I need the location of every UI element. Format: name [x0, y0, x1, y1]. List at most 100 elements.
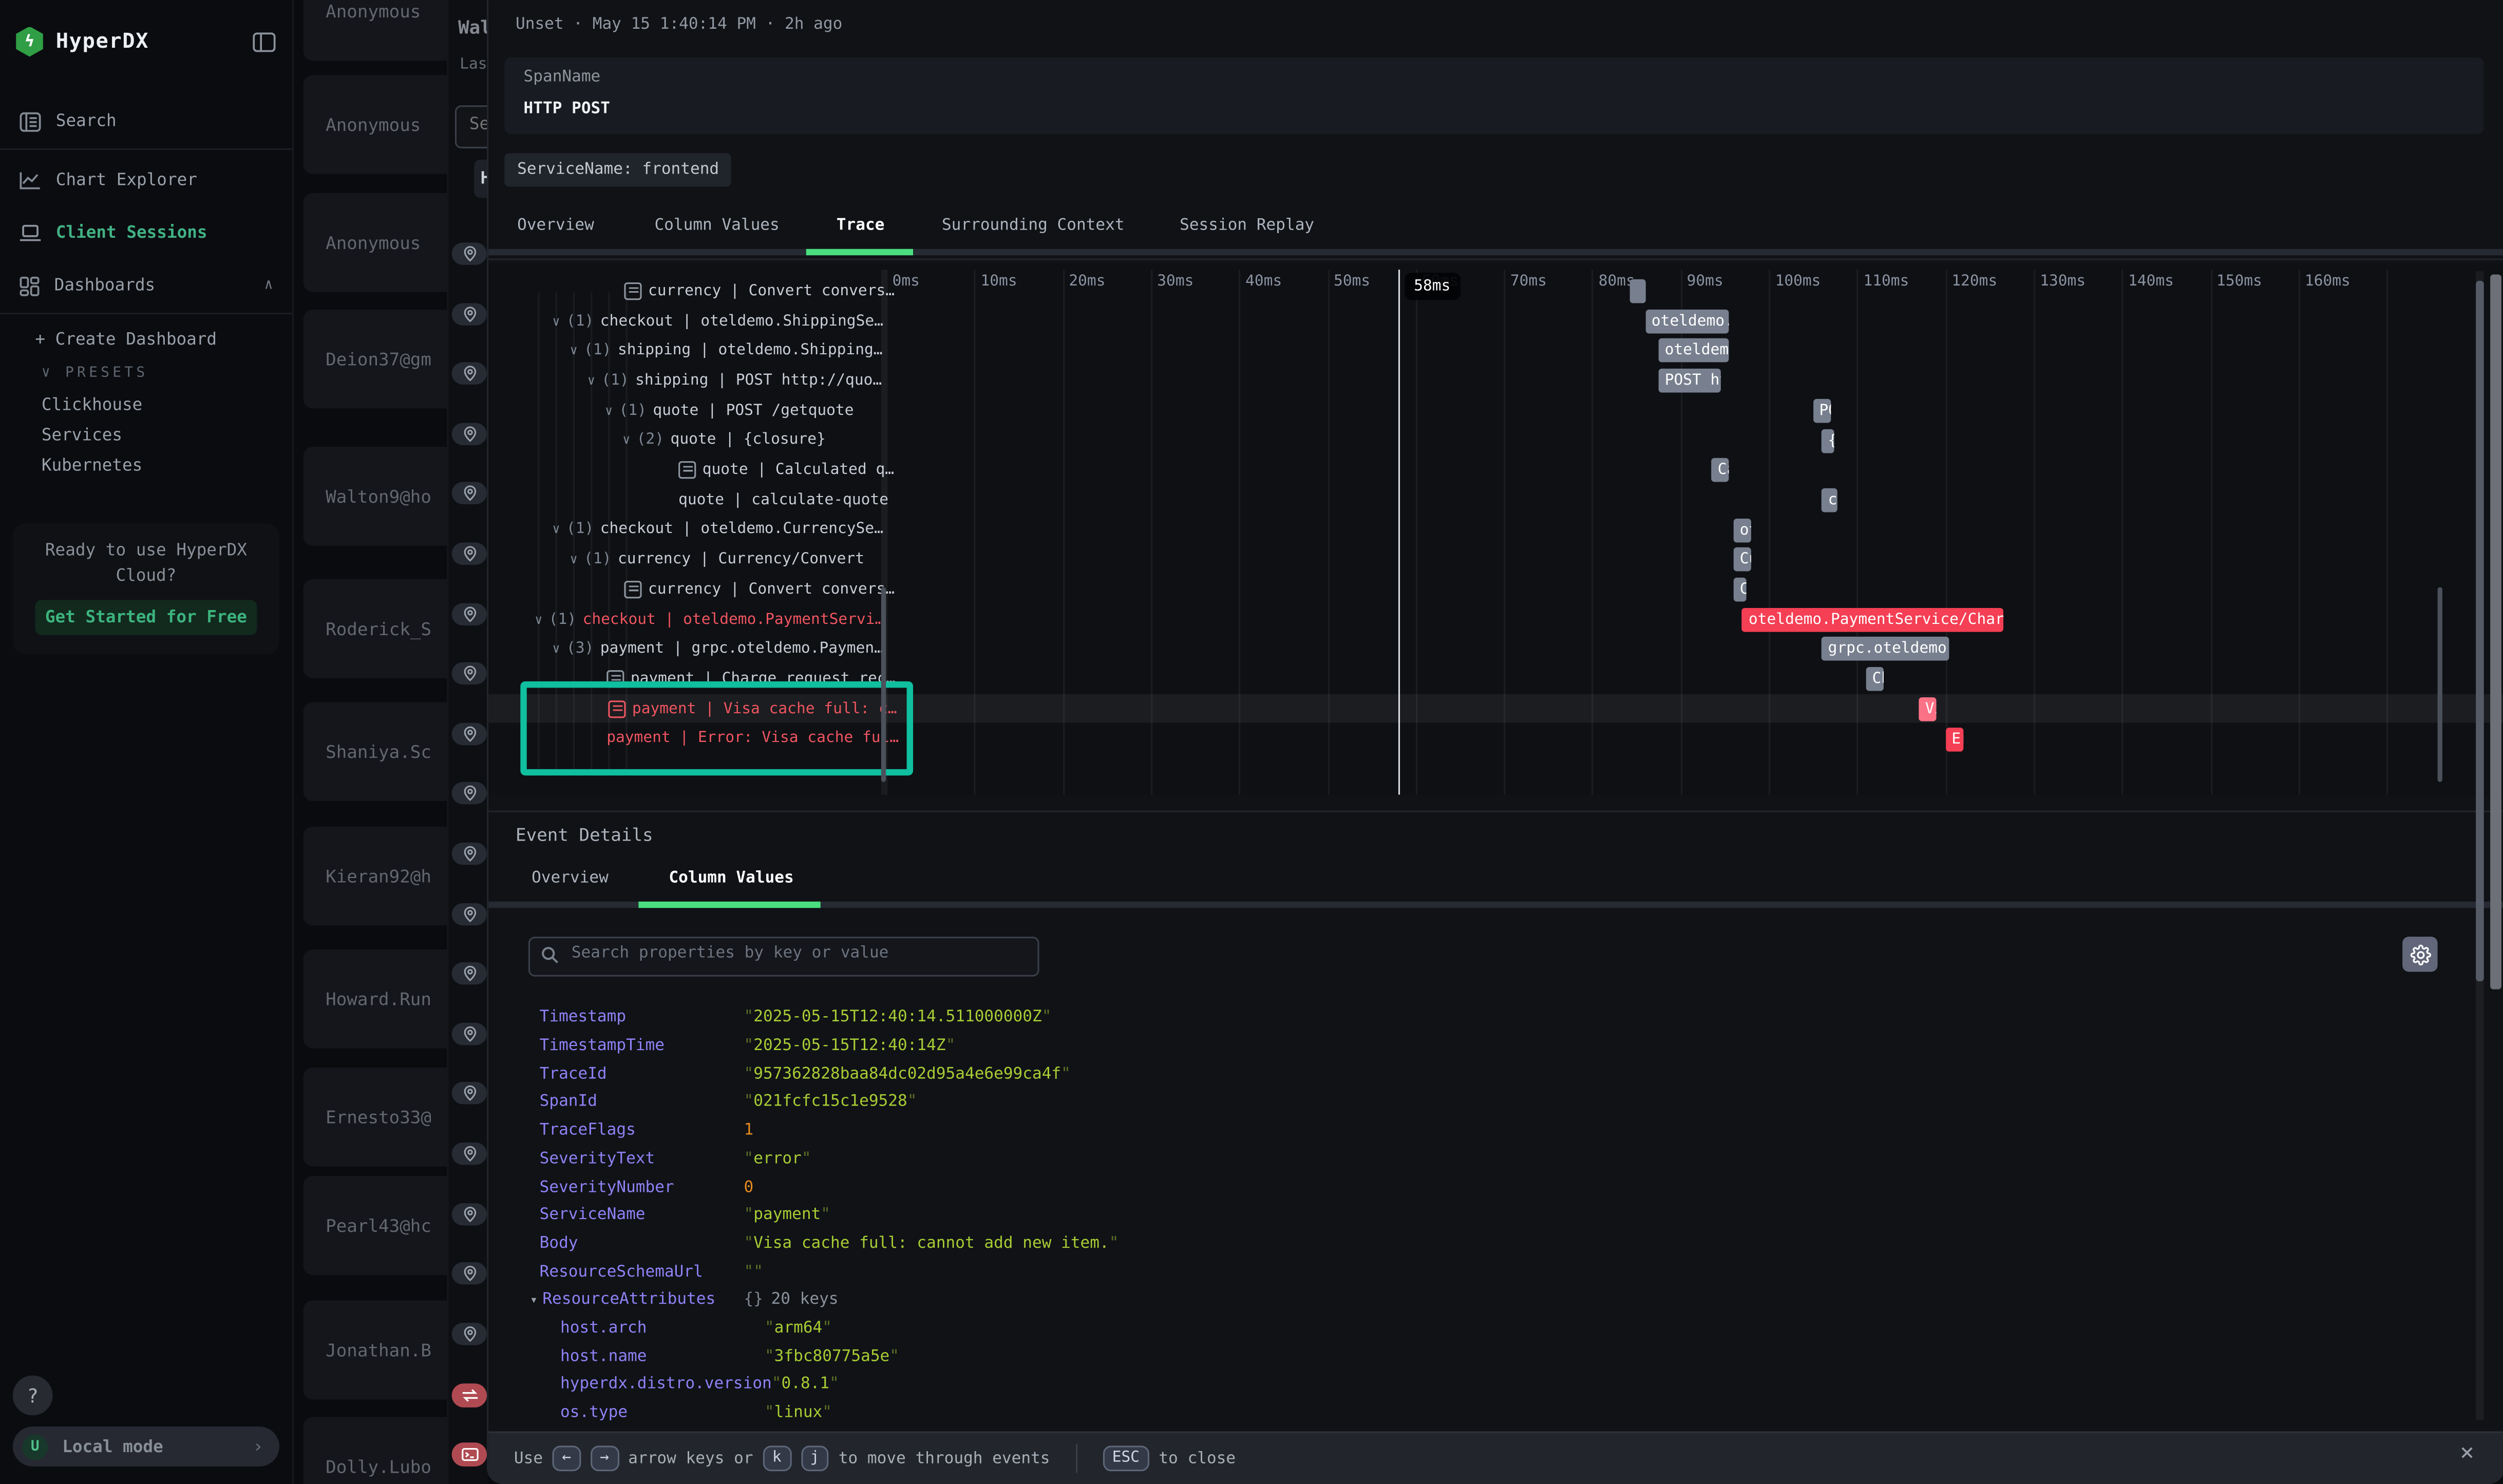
preset-services[interactable]: Services — [0, 426, 334, 445]
expander-caret-icon[interactable]: ▾ — [530, 1293, 538, 1307]
session-list-item[interactable]: Anonymous — [304, 0, 447, 61]
property-row[interactable]: SeverityNumber0 — [488, 1173, 2468, 1202]
trace-scrollbar-thumb[interactable] — [2438, 587, 2442, 782]
chevron-down-icon[interactable]: ∨ — [553, 523, 560, 537]
location-pin-icon[interactable] — [452, 242, 487, 265]
location-pin-icon[interactable] — [452, 962, 487, 985]
span-bar[interactable]: Visa — [1919, 697, 1936, 721]
session-list-item[interactable]: Roderick_S — [304, 579, 447, 678]
chevron-down-icon[interactable]: ∨ — [535, 612, 542, 626]
chevron-down-icon[interactable]: ∨ — [587, 373, 595, 388]
sidebar-item-dashboards[interactable]: Dashboards∧ — [0, 270, 292, 301]
tab-column-values[interactable]: Column Values — [654, 217, 779, 235]
location-pin-icon[interactable] — [452, 423, 487, 445]
span-bar[interactable]: Convert — [1733, 578, 1747, 602]
session-list-item[interactable]: Shaniya.Sc — [304, 702, 447, 801]
location-pin-icon[interactable] — [452, 1203, 487, 1225]
span-bar[interactable]: Charge — [1866, 667, 1883, 691]
close-icon[interactable]: × — [2460, 1441, 2474, 1465]
span-bar[interactable]: Calculated — [1711, 458, 1729, 482]
tab-session-replay[interactable]: Session Replay — [1180, 217, 1314, 235]
location-pin-icon[interactable] — [452, 722, 487, 745]
trace-tree-row[interactable]: currency | Convert convers… — [624, 276, 879, 306]
chevron-down-icon[interactable]: ∨ — [605, 403, 613, 417]
session-list-item[interactable]: Deion37@gm — [304, 310, 447, 409]
property-search[interactable] — [528, 937, 1039, 977]
property-row[interactable]: TimestampTime"2025-05-15T12:40:14Z" — [488, 1032, 2468, 1060]
property-search-input[interactable] — [568, 943, 1022, 964]
tab-surrounding-context[interactable]: Surrounding Context — [942, 217, 1125, 235]
chevron-down-icon[interactable]: ∨ — [570, 344, 578, 358]
sidebar-item-client-sessions[interactable]: Client Sessions — [0, 217, 292, 249]
gear-icon[interactable] — [2402, 937, 2437, 972]
trace-tree-row[interactable]: ∨(1)checkout | oteldemo.PaymentServi… — [535, 604, 879, 634]
trace-tree-row[interactable]: currency | Convert convers… — [624, 575, 879, 604]
tab-overview[interactable]: Overview — [517, 217, 594, 235]
panel-scrollbar-thumb[interactable] — [2476, 281, 2484, 981]
create-dashboard-button[interactable]: + Create Dashboard — [0, 330, 327, 349]
help-button[interactable]: ? — [13, 1376, 53, 1416]
property-row[interactable]: os.type"linux" — [488, 1399, 2468, 1428]
event-tab-column-values[interactable]: Column Values — [669, 870, 793, 887]
property-row[interactable]: host.name"3fbc80775a5e" — [488, 1343, 2468, 1371]
trace-tree-row[interactable]: ∨(1)currency | Currency/Convert — [570, 545, 880, 575]
span-bar[interactable]: oteldemo.PaymentService/Char — [1742, 607, 2003, 632]
location-pin-icon[interactable] — [452, 1263, 487, 1285]
preset-clickhouse[interactable]: Clickhouse — [0, 396, 334, 415]
chevron-down-icon[interactable]: ∨ — [553, 314, 560, 328]
property-row[interactable]: Body"Visa cache full: cannot add new ite… — [488, 1230, 2468, 1258]
trace-tree-row[interactable]: ∨(1)shipping | oteldemo.Shipping… — [570, 336, 880, 366]
property-row[interactable]: SeverityText"error" — [488, 1145, 2468, 1173]
outer-scrollbar-thumb[interactable] — [2490, 274, 2501, 989]
span-bar[interactable]: oteldemo — [1658, 339, 1729, 363]
location-pin-icon[interactable] — [452, 363, 487, 385]
property-row[interactable]: Timestamp"2025-05-15T12:40:14.511000000Z… — [488, 1004, 2468, 1032]
session-list-item[interactable]: Howard.Run — [304, 949, 447, 1049]
span-bar[interactable] — [1630, 279, 1645, 303]
location-pin-icon[interactable] — [452, 903, 487, 925]
span-bar[interactable]: oteldemo.Sh — [1645, 309, 1729, 333]
span-bar[interactable]: POST ht — [1658, 369, 1720, 393]
property-row[interactable]: SpanId"021fcfc15c1e9528" — [488, 1089, 2468, 1117]
location-pin-icon[interactable] — [452, 602, 487, 625]
property-row[interactable]: ResourceSchemaUrl"" — [488, 1258, 2468, 1286]
location-pin-icon[interactable] — [452, 1082, 487, 1105]
session-list-item[interactable]: Jonathan.B — [304, 1301, 447, 1400]
tree-scrollbar-thumb[interactable] — [881, 587, 886, 782]
location-pin-icon[interactable] — [452, 1022, 487, 1045]
span-bar[interactable]: Error — [1945, 727, 1963, 751]
location-pin-icon[interactable] — [452, 662, 487, 685]
trace-tree-row[interactable]: ∨(2)quote | {closure} — [622, 425, 879, 455]
span-bar[interactable]: POST /getquote — [1813, 398, 1830, 423]
chevron-down-icon[interactable]: ∨ — [553, 642, 560, 656]
session-list-item[interactable]: Kieran92@h — [304, 827, 447, 926]
trace-tree-row[interactable]: ∨(1)checkout | oteldemo.CurrencySe… — [553, 515, 880, 544]
span-bar[interactable]: oteldemo.C — [1733, 518, 1751, 542]
location-pin-icon[interactable] — [452, 1143, 487, 1165]
span-bar[interactable]: grpc.oteldemo. — [1822, 637, 1949, 661]
location-pin-icon[interactable] — [452, 302, 487, 325]
location-pin-icon[interactable] — [452, 1323, 487, 1345]
account-menu[interactable]: U Local mode › — [13, 1426, 279, 1467]
exchange-icon[interactable] — [452, 1383, 487, 1407]
span-bar[interactable]: Currency — [1733, 548, 1751, 572]
property-row[interactable]: TraceFlags1 — [488, 1117, 2468, 1145]
service-badge[interactable]: ServiceName: frontend — [504, 153, 732, 186]
chevron-down-icon[interactable]: ∨ — [622, 433, 630, 447]
preset-kubernetes[interactable]: Kubernetes — [0, 456, 334, 475]
tab-trace[interactable]: Trace — [837, 217, 885, 235]
sidebar-item-chart-explorer[interactable]: Chart Explorer — [0, 164, 292, 196]
chevron-down-icon[interactable]: ∨ — [570, 553, 578, 567]
event-tab-overview[interactable]: Overview — [532, 870, 609, 887]
span-bar[interactable]: calculate-quote — [1822, 488, 1836, 512]
span-bar[interactable]: {closure} — [1822, 428, 1835, 452]
trace-tree-row[interactable]: quote | Calculated q… — [678, 455, 880, 485]
property-row[interactable]: host.arch"arm64" — [488, 1315, 2468, 1343]
background-button[interactable]: H — [474, 160, 488, 198]
property-row[interactable]: ServiceName"payment" — [488, 1202, 2468, 1230]
session-list-item[interactable]: Dolly.Lubo — [304, 1417, 447, 1484]
trace-tree-row[interactable]: ∨(1)quote | POST /getquote — [605, 395, 880, 425]
background-search-input[interactable] — [466, 113, 489, 136]
property-row[interactable]: hyperdx.distro.version"0.8.1" — [488, 1371, 2468, 1399]
session-list-item[interactable]: Anonymous — [304, 193, 447, 292]
